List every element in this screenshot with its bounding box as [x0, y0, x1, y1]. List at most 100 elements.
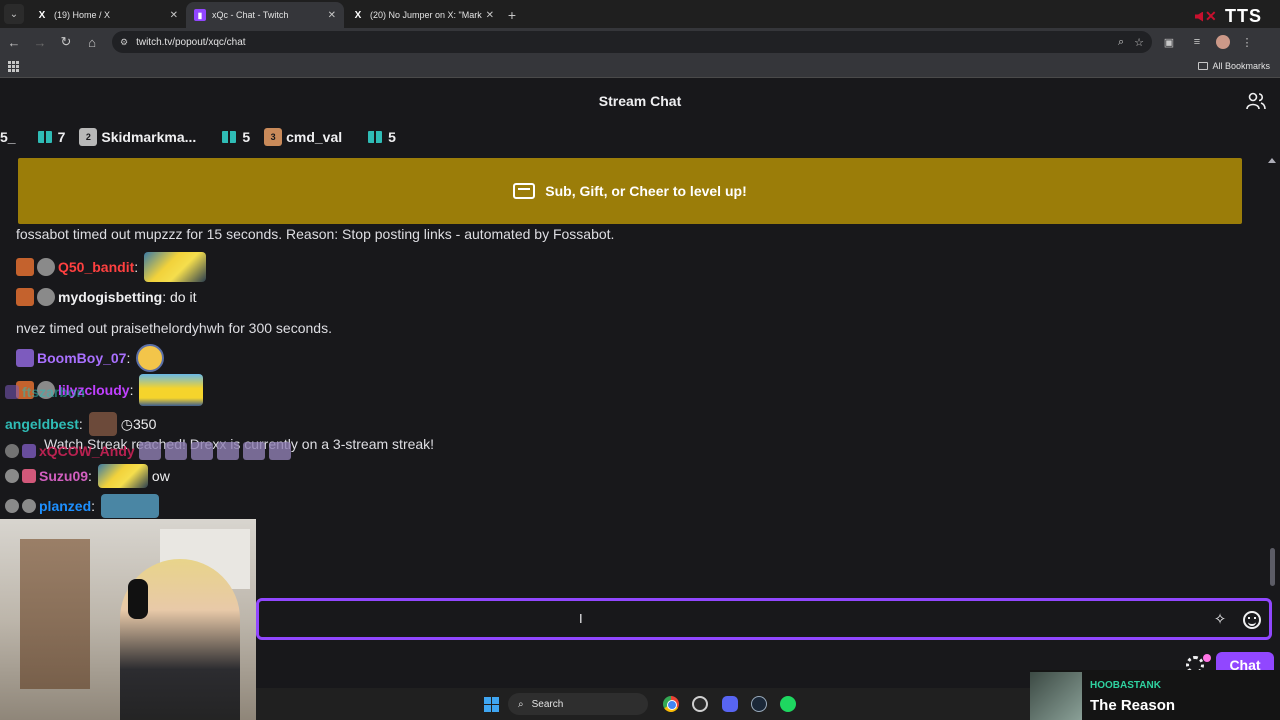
message-text: 350 — [133, 416, 157, 432]
message-text: fossabot timed out mupzzz for 15 seconds… — [16, 226, 615, 242]
all-bookmarks-button[interactable]: All Bookmarks — [1198, 61, 1270, 71]
leaderboard-entry[interactable]: 5_ — [0, 129, 16, 145]
message-text: nvez timed out praisethelordyhwh for 300… — [16, 320, 332, 336]
home-icon[interactable]: ⌂ — [80, 30, 104, 54]
emote-image[interactable] — [138, 442, 161, 460]
new-tab-icon[interactable]: + — [502, 2, 522, 28]
emote-image[interactable] — [101, 494, 160, 518]
community-users-icon[interactable] — [1246, 92, 1266, 110]
chrome-taskbar-icon[interactable] — [663, 696, 679, 712]
emote-image[interactable] — [136, 344, 165, 372]
x-logo-icon: X — [354, 9, 362, 21]
chat-scrollbar-thumb[interactable] — [1270, 548, 1275, 586]
now-playing-overlay: HOOBASTANK The Reason — [1030, 670, 1280, 720]
x-logo-icon: X — [38, 9, 46, 21]
browser-tab-x-home[interactable]: X (19) Home / X ✕ — [28, 2, 186, 28]
url-omnibox[interactable]: ⚙ twitch.tv/popout/xqc/chat ⌕ ☆ — [112, 31, 1152, 53]
badge-icon — [37, 288, 55, 306]
bits-cheer-icon[interactable]: ✧ — [1211, 611, 1229, 629]
badge-icon — [22, 444, 36, 458]
spotify-taskbar-icon[interactable] — [780, 696, 796, 712]
chat-input-box[interactable]: I ✧ — [256, 598, 1272, 640]
level-up-banner[interactable]: Sub, Gift, or Cheer to level up! — [18, 158, 1242, 224]
chat-username[interactable]: mydogisbetting — [58, 289, 162, 305]
browser-tab-twitch-chat[interactable]: ▮ xQc - Chat - Twitch ✕ — [186, 2, 344, 28]
notification-dot — [1203, 654, 1211, 662]
emote-picker-icon[interactable] — [1243, 611, 1261, 629]
browser-tab-no-jumper[interactable]: X (20) No Jumper on X: "Mark Zu ✕ — [344, 2, 502, 28]
bookmark-star-icon[interactable]: ☆ — [1134, 36, 1144, 49]
gift-count: 5 — [242, 129, 251, 145]
emote-image[interactable] — [97, 464, 148, 488]
browser-menu-icon[interactable]: ⋮ — [1236, 31, 1258, 53]
apps-grid-icon[interactable] — [8, 61, 19, 72]
chat-message: Q50_bandit: — [16, 252, 207, 282]
close-tab-icon[interactable]: ✕ — [170, 10, 178, 21]
chat-message: xQCOW_Andy — [5, 442, 291, 460]
headset-icon — [128, 579, 148, 619]
emote-image[interactable] — [268, 442, 291, 460]
emote-image[interactable] — [139, 374, 204, 406]
obs-taskbar-icon[interactable] — [692, 696, 708, 712]
album-art — [1030, 672, 1082, 720]
emote-image[interactable] — [164, 442, 187, 460]
streamer-webcam-overlay — [0, 519, 256, 720]
badge-icon — [5, 499, 19, 513]
folder-icon — [1198, 62, 1209, 70]
hype-train-icon — [513, 183, 536, 199]
emote-image[interactable] — [190, 442, 213, 460]
browser-tabstrip: ⌄ X (19) Home / X ✕ ▮ xQc - Chat - Twitc… — [0, 0, 1280, 28]
chat-username[interactable]: Suzu09 — [39, 468, 88, 484]
leaderboard-entry[interactable]: 3 cmd_val — [264, 128, 342, 146]
chat-system-message: fossabot timed out mupzzz for 15 seconds… — [16, 226, 614, 242]
chat-message: Suzu09: ow — [5, 464, 170, 488]
chat-username[interactable]: BoomBoy_07 — [37, 350, 126, 366]
chat-message-list: fossabot timed out mupzzz for 15 seconds… — [0, 226, 1270, 518]
taskbar-search-label: Search — [531, 698, 564, 710]
bookmarks-bar: All Bookmarks — [0, 56, 1280, 78]
leaderboard-entry[interactable]: 2 Skidmarkma... — [79, 128, 196, 146]
chat-username[interactable]: Q50_bandit — [58, 259, 134, 275]
tab-search-icon[interactable]: ⌄ — [4, 4, 24, 24]
gift-icon — [222, 131, 237, 143]
profile-avatar[interactable] — [1216, 35, 1230, 49]
taskbar-search[interactable]: ⌕ Search — [508, 693, 648, 715]
emote-image[interactable] — [216, 442, 239, 460]
gift-icon — [368, 131, 383, 143]
leaderboard-gift-count: 5 — [368, 129, 396, 145]
chat-message: angeldbest: ◷ 350 — [5, 412, 156, 436]
badge-icon — [37, 258, 55, 276]
forward-arrow-icon[interactable]: → — [28, 30, 52, 54]
chat-username[interactable]: xQCOW_Andy — [39, 443, 135, 459]
steam-taskbar-icon[interactable] — [751, 696, 767, 712]
scroll-up-arrow-icon[interactable] — [1268, 158, 1276, 163]
webcam-shelf — [20, 539, 90, 689]
badge-icon — [22, 499, 36, 513]
emote-image[interactable] — [88, 412, 117, 436]
reload-icon[interactable]: ↻ — [54, 30, 78, 54]
chat-message-input[interactable] — [267, 609, 1167, 629]
discord-taskbar-icon[interactable] — [722, 696, 738, 712]
back-arrow-icon[interactable]: ← — [2, 30, 26, 54]
chat-username[interactable]: angeldbest — [5, 416, 79, 432]
chat-username[interactable]: ftszarbon — [22, 384, 85, 400]
now-playing-artist: HOOBASTANK — [1090, 680, 1161, 691]
chat-system-message: nvez timed out praisethelordyhwh for 300… — [16, 320, 332, 336]
now-playing-track: The Reason — [1090, 697, 1176, 714]
zoom-icon[interactable]: ⌕ — [1118, 36, 1124, 49]
banner-text: Sub, Gift, or Cheer to level up! — [545, 183, 747, 199]
badge-icon — [16, 258, 34, 276]
chat-message: BoomBoy_07: — [16, 344, 165, 372]
extensions-icon[interactable]: ▣ — [1158, 31, 1180, 53]
media-controls-icon[interactable]: ≡ — [1186, 31, 1208, 53]
emote-image[interactable] — [144, 252, 207, 282]
emote-image[interactable] — [242, 442, 265, 460]
close-tab-icon[interactable]: ✕ — [328, 10, 336, 21]
close-tab-icon[interactable]: ✕ — [486, 10, 494, 21]
site-info-icon[interactable]: ⚙ — [120, 37, 128, 48]
search-icon: ⌕ — [518, 698, 524, 710]
chat-username[interactable]: planzed — [39, 498, 91, 514]
windows-start-icon[interactable] — [484, 697, 499, 712]
leaderboard-name: Skidmarkma... — [101, 129, 197, 145]
rank-badge-3-icon: 3 — [264, 128, 283, 146]
